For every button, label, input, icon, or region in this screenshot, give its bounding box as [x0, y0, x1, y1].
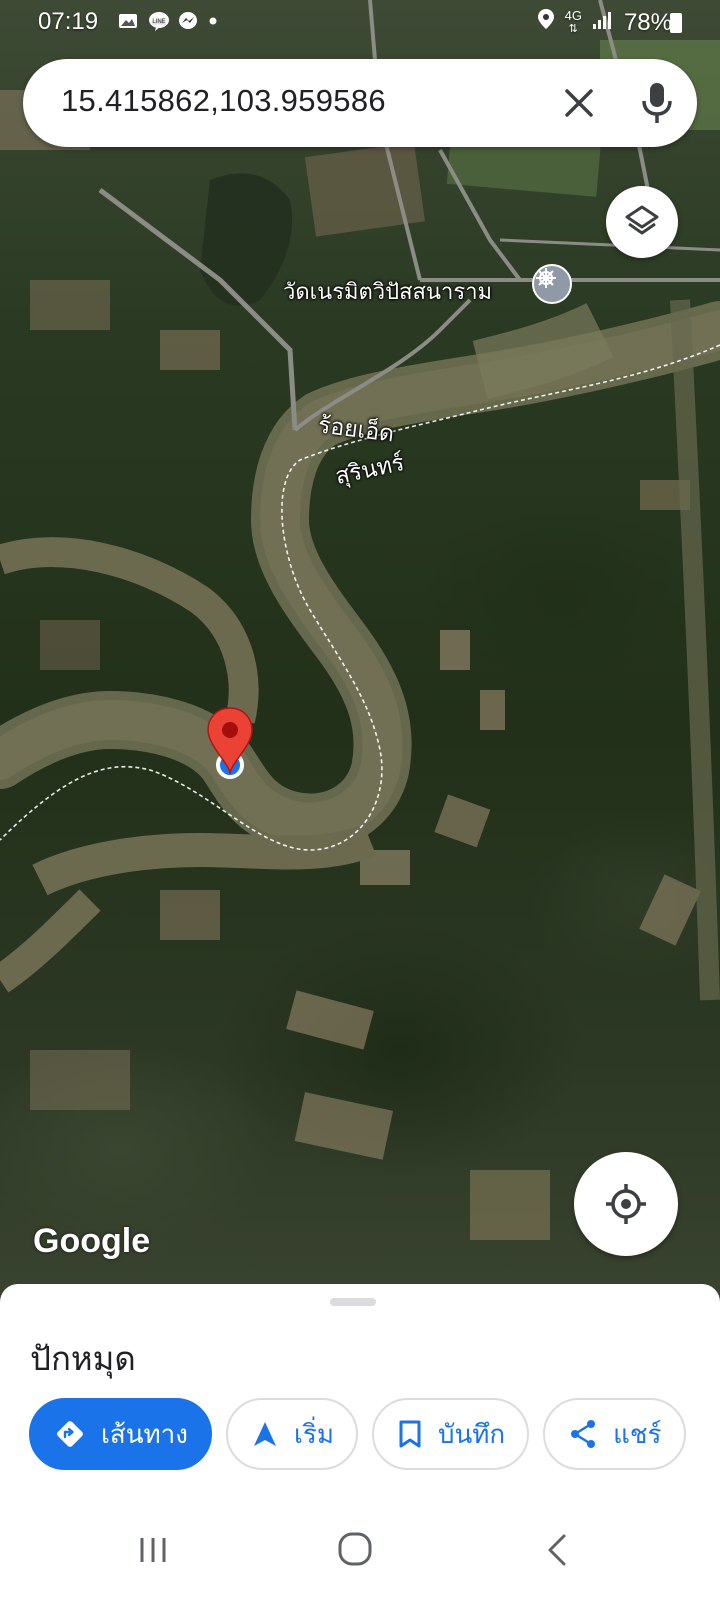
satellite-map[interactable]: วัดเนรมิตวิปัสสนาราม ร้อยเอ็ด สุรินทร์ G… — [0, 0, 720, 1320]
signal-icon — [592, 9, 614, 37]
save-button[interactable]: บันทึก — [371, 1398, 530, 1470]
recent-apps-button[interactable] — [132, 1528, 176, 1572]
my-location-button[interactable] — [574, 1152, 678, 1256]
directions-label: เส้นทาง — [101, 1419, 188, 1450]
share-label: แชร์ — [613, 1419, 662, 1450]
gallery-icon — [118, 10, 138, 30]
action-chips: เส้นทาง เริ่ม บันทึก แชร์ — [29, 1398, 686, 1470]
start-label: เริ่ม — [293, 1419, 334, 1450]
network-type: 4G — [564, 8, 582, 23]
crosshair-icon — [606, 1184, 646, 1224]
back-button[interactable] — [536, 1528, 580, 1572]
map-terrain — [0, 0, 720, 1240]
save-label: บันทึก — [437, 1419, 506, 1450]
bottom-sheet[interactable]: ปักหมุด เส้นทาง เริ่ม บันทึก แชร์ — [0, 1284, 720, 1500]
status-bar: 07:19 LINE 4G ⇅ 78% — [0, 0, 720, 46]
navigation-arrow-icon — [253, 1422, 276, 1446]
layers-icon — [625, 205, 659, 235]
sheet-title: ปักหมุด — [30, 1339, 136, 1378]
battery-icon — [670, 13, 682, 33]
temple-icon[interactable] — [532, 264, 572, 304]
search-input[interactable]: 15.415862,103.959586 — [61, 83, 386, 119]
mic-icon[interactable] — [635, 79, 679, 127]
directions-icon — [57, 1421, 83, 1447]
share-button[interactable]: แชร์ — [543, 1398, 686, 1470]
dropped-pin-icon[interactable] — [206, 706, 254, 778]
search-bar[interactable]: 15.415862,103.959586 — [23, 59, 697, 147]
drag-handle[interactable] — [330, 1298, 376, 1306]
bookmark-icon — [399, 1420, 421, 1448]
place-label[interactable]: วัดเนรมิตวิปัสสนาราม — [283, 274, 492, 309]
layers-button[interactable] — [606, 186, 678, 258]
messenger-icon — [178, 10, 198, 30]
4g-icon: 4G ⇅ — [564, 8, 582, 35]
location-icon — [537, 8, 555, 37]
home-icon — [338, 1532, 372, 1566]
directions-button[interactable]: เส้นทาง — [29, 1398, 212, 1470]
share-icon — [571, 1420, 596, 1448]
home-button[interactable] — [334, 1528, 378, 1572]
battery-percent: 78% — [623, 8, 672, 36]
status-time: 07:19 — [38, 8, 99, 35]
svg-text:LINE: LINE — [152, 19, 165, 25]
close-icon[interactable] — [557, 81, 601, 125]
start-button[interactable]: เริ่ม — [225, 1398, 358, 1470]
back-icon — [548, 1534, 566, 1566]
system-nav-bar — [0, 1500, 720, 1600]
recent-apps-icon — [140, 1538, 166, 1562]
dot-icon — [208, 10, 228, 30]
google-logo: Google — [33, 1222, 151, 1260]
line-icon: LINE — [148, 10, 169, 31]
